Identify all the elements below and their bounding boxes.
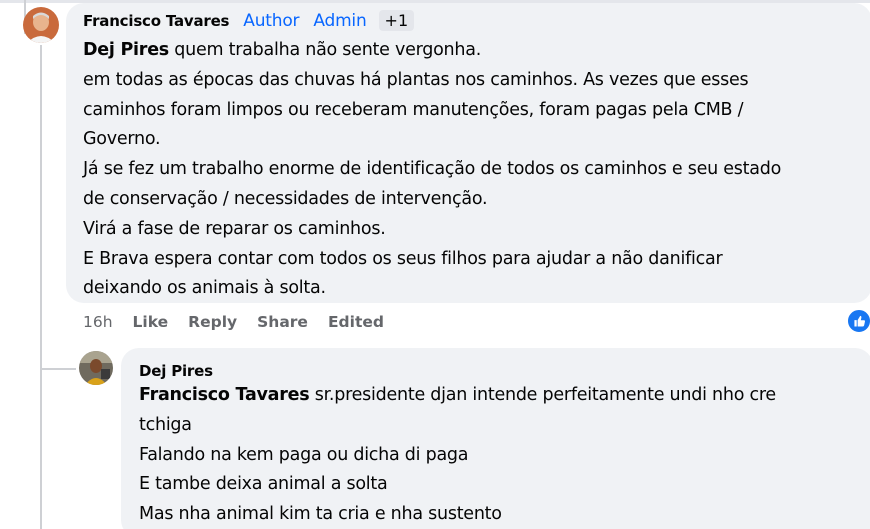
like-button[interactable]: Like xyxy=(133,313,169,331)
reply-author-name[interactable]: Dej Pires xyxy=(139,362,213,380)
more-badges-button[interactable]: +1 xyxy=(378,10,415,31)
comment-mention-link[interactable]: Dej Pires xyxy=(83,40,169,60)
reply-avatar[interactable] xyxy=(79,351,113,385)
comment-actions: 16h Like Reply Share Edited xyxy=(83,313,404,331)
share-button[interactable]: Share xyxy=(257,313,308,331)
comment-line: E Brava espera contar com todos os seus … xyxy=(83,248,723,269)
comment-line: Já se fez um trabalho enorme de identifi… xyxy=(83,159,782,180)
reply-line: Falando na kem paga ou dicha di paga xyxy=(139,444,469,465)
comment-line: deixando os animais à solta. xyxy=(83,278,326,299)
reply-line: tchiga xyxy=(139,414,192,435)
thread-line-vertical xyxy=(40,45,42,529)
reply-mention-link[interactable]: Francisco Tavares xyxy=(139,385,310,405)
thread-line-branch xyxy=(40,368,76,370)
comment-author-name[interactable]: Francisco Tavares xyxy=(83,12,229,30)
comment-header: Francisco Tavares Author Admin +1 xyxy=(83,10,415,31)
comment-line: Governo. xyxy=(83,129,161,150)
commenter-avatar[interactable] xyxy=(23,7,59,43)
reply-line: Mas nha animal kim ta cria e nha sustent… xyxy=(139,504,502,525)
edited-label[interactable]: Edited xyxy=(328,313,384,331)
comment-line: Dej Pires quem trabalha não sente vergon… xyxy=(83,40,482,60)
like-reaction-icon[interactable] xyxy=(846,308,870,334)
comment-line: caminhos foram limpos ou receberam manut… xyxy=(83,99,744,120)
reply-line: Francisco Tavares sr.presidente djan int… xyxy=(139,385,776,405)
comment-timestamp[interactable]: 16h xyxy=(83,313,113,331)
comment-line: de conservação / necessidades de interve… xyxy=(83,188,488,209)
reply-body: Francisco Tavares sr.presidente djan int… xyxy=(139,381,776,529)
comment-line: em todas as épocas das chuvas há plantas… xyxy=(83,69,749,90)
admin-badge[interactable]: Admin xyxy=(313,11,366,31)
reply-line: E tambe deixa animal a solta xyxy=(139,474,388,495)
comment-body: Dej Pires quem trabalha não sente vergon… xyxy=(83,36,781,304)
reply-header: Dej Pires xyxy=(139,362,213,380)
comment-line: Virá a fase de reparar os caminhos. xyxy=(83,218,386,239)
reply-button[interactable]: Reply xyxy=(188,313,237,331)
author-badge[interactable]: Author xyxy=(243,11,299,31)
